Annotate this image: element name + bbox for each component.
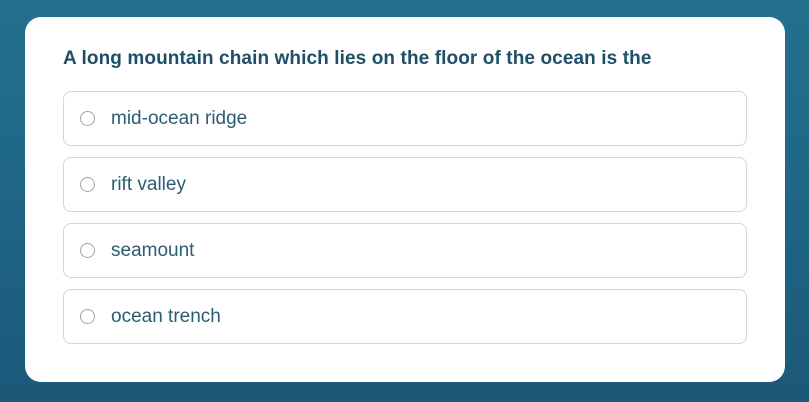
option-label: mid-ocean ridge xyxy=(111,107,248,129)
radio-unchecked-icon[interactable] xyxy=(80,176,95,192)
question-text: A long mountain chain which lies on the … xyxy=(63,48,652,69)
option-label: ocean trench xyxy=(111,305,221,327)
question-card: A long mountain chain which lies on the … xyxy=(25,17,785,382)
option-ocean-trench[interactable]: ocean trench xyxy=(63,289,747,344)
radio-unchecked-icon[interactable] xyxy=(80,242,95,258)
option-rift-valley[interactable]: rift valley xyxy=(63,157,747,212)
answer-options: mid-ocean ridge rift valley seamount oce… xyxy=(63,91,747,355)
radio-unchecked-icon[interactable] xyxy=(80,110,95,126)
option-label: seamount xyxy=(111,239,195,261)
radio-unchecked-icon[interactable] xyxy=(80,308,95,324)
option-label: rift valley xyxy=(111,173,186,195)
option-mid-ocean-ridge[interactable]: mid-ocean ridge xyxy=(63,91,747,146)
option-seamount[interactable]: seamount xyxy=(63,223,747,278)
